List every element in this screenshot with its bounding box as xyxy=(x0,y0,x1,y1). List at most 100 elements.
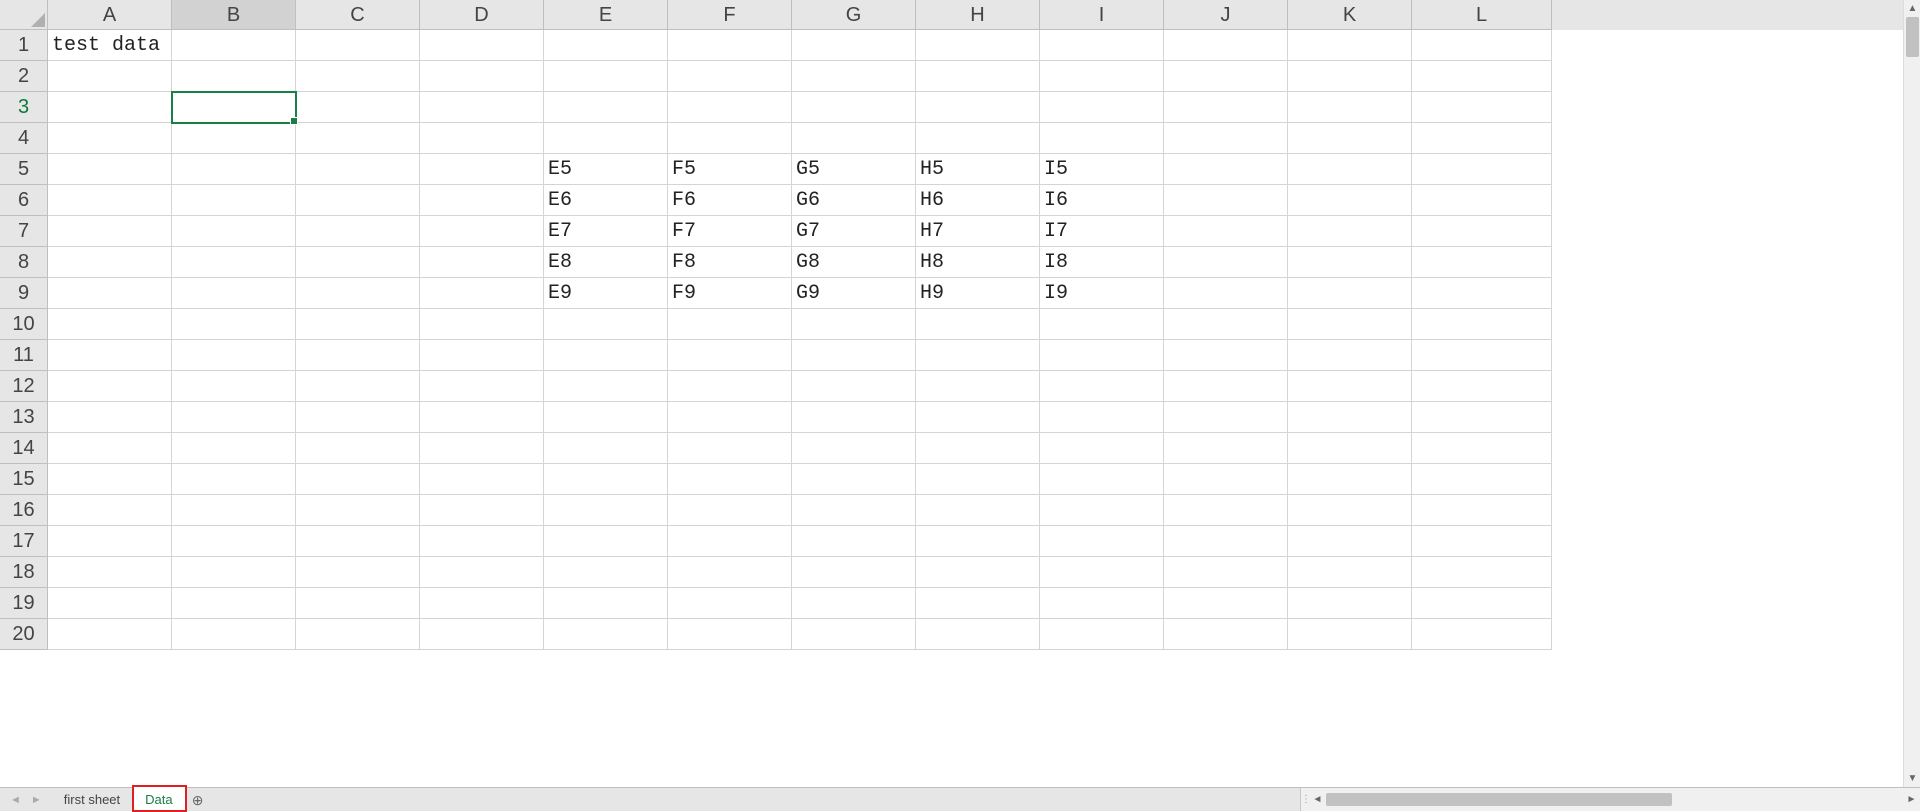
cell-D3[interactable] xyxy=(420,92,544,123)
column-header-K[interactable]: K xyxy=(1288,0,1412,30)
cell-B17[interactable] xyxy=(172,526,296,557)
cell-I19[interactable] xyxy=(1040,588,1164,619)
cell-K1[interactable] xyxy=(1288,30,1412,61)
hscroll-grip-icon[interactable]: ⋮ xyxy=(1301,794,1309,805)
column-header-F[interactable]: F xyxy=(668,0,792,30)
cell-C2[interactable] xyxy=(296,61,420,92)
cell-J12[interactable] xyxy=(1164,371,1288,402)
cell-H11[interactable] xyxy=(916,340,1040,371)
cell-B7[interactable] xyxy=(172,216,296,247)
cell-L17[interactable] xyxy=(1412,526,1552,557)
cell-I1[interactable] xyxy=(1040,30,1164,61)
cell-L20[interactable] xyxy=(1412,619,1552,650)
cell-D5[interactable] xyxy=(420,154,544,185)
cell-J14[interactable] xyxy=(1164,433,1288,464)
cell-E2[interactable] xyxy=(544,61,668,92)
cell-G20[interactable] xyxy=(792,619,916,650)
row-header-5[interactable]: 5 xyxy=(0,154,48,185)
cell-G15[interactable] xyxy=(792,464,916,495)
cell-E17[interactable] xyxy=(544,526,668,557)
cell-F20[interactable] xyxy=(668,619,792,650)
cell-B19[interactable] xyxy=(172,588,296,619)
cell-C15[interactable] xyxy=(296,464,420,495)
cell-H5[interactable]: H5 xyxy=(916,154,1040,185)
cell-H15[interactable] xyxy=(916,464,1040,495)
cell-H12[interactable] xyxy=(916,371,1040,402)
cell-E15[interactable] xyxy=(544,464,668,495)
cell-A1[interactable]: test data xyxy=(48,30,172,61)
cell-E20[interactable] xyxy=(544,619,668,650)
vertical-scroll-thumb[interactable] xyxy=(1906,17,1919,57)
cell-J19[interactable] xyxy=(1164,588,1288,619)
cell-C20[interactable] xyxy=(296,619,420,650)
cell-I12[interactable] xyxy=(1040,371,1164,402)
cell-D19[interactable] xyxy=(420,588,544,619)
cell-J9[interactable] xyxy=(1164,278,1288,309)
cell-L7[interactable] xyxy=(1412,216,1552,247)
cell-B9[interactable] xyxy=(172,278,296,309)
cell-F13[interactable] xyxy=(668,402,792,433)
cell-C17[interactable] xyxy=(296,526,420,557)
cell-K5[interactable] xyxy=(1288,154,1412,185)
cell-H16[interactable] xyxy=(916,495,1040,526)
cell-C12[interactable] xyxy=(296,371,420,402)
column-header-G[interactable]: G xyxy=(792,0,916,30)
cell-E11[interactable] xyxy=(544,340,668,371)
cell-I14[interactable] xyxy=(1040,433,1164,464)
cell-K17[interactable] xyxy=(1288,526,1412,557)
cell-J4[interactable] xyxy=(1164,123,1288,154)
cell-F4[interactable] xyxy=(668,123,792,154)
cell-E16[interactable] xyxy=(544,495,668,526)
scroll-up-arrow[interactable]: ▲ xyxy=(1904,0,1920,17)
cell-D18[interactable] xyxy=(420,557,544,588)
cell-F15[interactable] xyxy=(668,464,792,495)
cell-B11[interactable] xyxy=(172,340,296,371)
horizontal-scrollbar[interactable]: ⋮ ◄ ► xyxy=(1300,788,1920,811)
column-header-H[interactable]: H xyxy=(916,0,1040,30)
cell-J10[interactable] xyxy=(1164,309,1288,340)
cell-E7[interactable]: E7 xyxy=(544,216,668,247)
cell-K19[interactable] xyxy=(1288,588,1412,619)
cell-F7[interactable]: F7 xyxy=(668,216,792,247)
cell-I13[interactable] xyxy=(1040,402,1164,433)
cell-L18[interactable] xyxy=(1412,557,1552,588)
cell-L4[interactable] xyxy=(1412,123,1552,154)
cell-C1[interactable] xyxy=(296,30,420,61)
cell-C19[interactable] xyxy=(296,588,420,619)
column-header-C[interactable]: C xyxy=(296,0,420,30)
row-header-17[interactable]: 17 xyxy=(0,526,48,557)
cell-J6[interactable] xyxy=(1164,185,1288,216)
cell-F16[interactable] xyxy=(668,495,792,526)
cell-H18[interactable] xyxy=(916,557,1040,588)
cell-H2[interactable] xyxy=(916,61,1040,92)
cell-H14[interactable] xyxy=(916,433,1040,464)
cell-G7[interactable]: G7 xyxy=(792,216,916,247)
cell-D11[interactable] xyxy=(420,340,544,371)
cell-K13[interactable] xyxy=(1288,402,1412,433)
cell-G5[interactable]: G5 xyxy=(792,154,916,185)
cell-E3[interactable] xyxy=(544,92,668,123)
cell-K6[interactable] xyxy=(1288,185,1412,216)
cell-G4[interactable] xyxy=(792,123,916,154)
cell-H1[interactable] xyxy=(916,30,1040,61)
cell-D1[interactable] xyxy=(420,30,544,61)
cell-A2[interactable] xyxy=(48,61,172,92)
cell-K9[interactable] xyxy=(1288,278,1412,309)
cell-A11[interactable] xyxy=(48,340,172,371)
cell-K15[interactable] xyxy=(1288,464,1412,495)
cell-C18[interactable] xyxy=(296,557,420,588)
scroll-left-arrow[interactable]: ◄ xyxy=(1309,791,1326,808)
cell-D15[interactable] xyxy=(420,464,544,495)
cell-B8[interactable] xyxy=(172,247,296,278)
cell-L16[interactable] xyxy=(1412,495,1552,526)
cell-L9[interactable] xyxy=(1412,278,1552,309)
cell-I20[interactable] xyxy=(1040,619,1164,650)
row-header-9[interactable]: 9 xyxy=(0,278,48,309)
row-header-1[interactable]: 1 xyxy=(0,30,48,61)
cell-I17[interactable] xyxy=(1040,526,1164,557)
cell-F10[interactable] xyxy=(668,309,792,340)
cell-K11[interactable] xyxy=(1288,340,1412,371)
cell-E12[interactable] xyxy=(544,371,668,402)
row-header-19[interactable]: 19 xyxy=(0,588,48,619)
cell-J15[interactable] xyxy=(1164,464,1288,495)
